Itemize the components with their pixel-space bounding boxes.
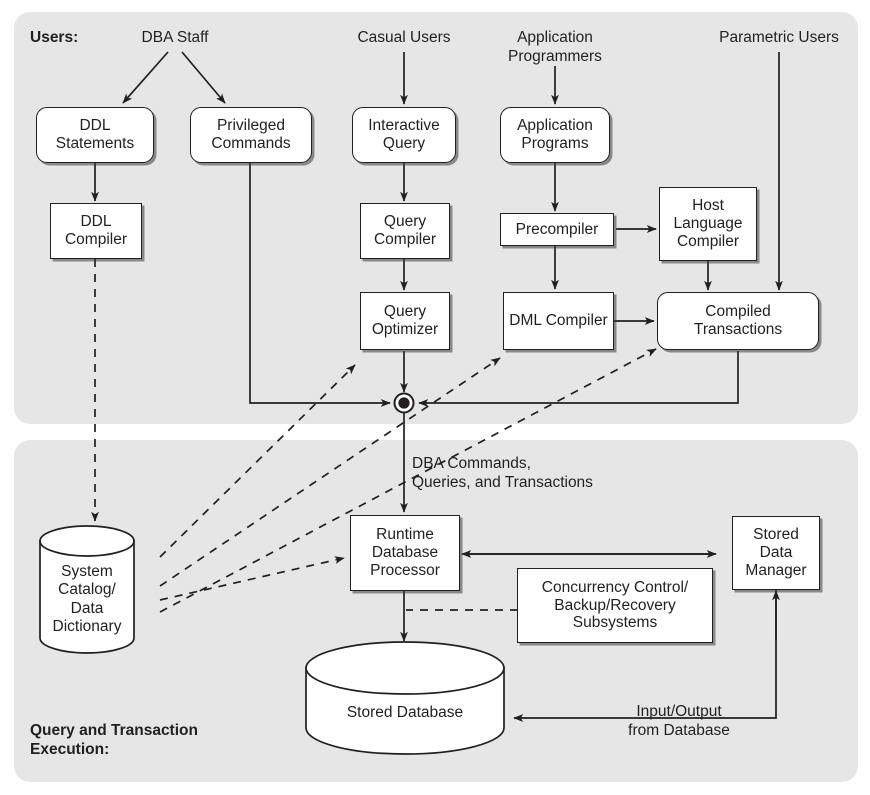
panel-execution-label: Query and Transaction Execution: [30, 722, 198, 758]
node-concurrency-control-label: Concurrency Control/ Backup/Recovery Sub… [541, 578, 689, 632]
node-ddl-statements[interactable]: DDL Statements [36, 107, 154, 163]
node-concurrency-control[interactable]: Concurrency Control/ Backup/Recovery Sub… [517, 568, 713, 643]
heading-application-programmers: Application Programmers [508, 29, 602, 65]
node-runtime-database-processor[interactable]: Runtime Database Processor [350, 515, 460, 591]
node-query-compiler-label: Query Compiler [373, 213, 436, 248]
node-runtime-database-processor-label: Runtime Database Processor [370, 526, 440, 579]
diagram-canvas: System Catalog/ Data Dictionary Stored D… [0, 0, 870, 795]
panel-users-label: Users: [30, 29, 79, 46]
node-interactive-query-label: Interactive Query [368, 117, 440, 152]
heading-parametric-users: Parametric Users [719, 29, 839, 46]
node-stored-data-manager[interactable]: Stored Data Manager [732, 516, 820, 590]
edge-label-dba-commands: DBA Commands, Queries, and Transactions [412, 455, 593, 491]
cylinder-label-system-catalog: System Catalog/ Data Dictionary [40, 541, 134, 654]
heading-dba-staff: DBA Staff [141, 29, 209, 46]
node-precompiler-label: Precompiler [515, 220, 599, 238]
node-privileged-commands-label: Privileged Commands [211, 117, 291, 152]
heading-casual-users: Casual Users [357, 29, 451, 46]
node-query-optimizer-label: Query Optimizer [371, 303, 439, 338]
edge-label-input-output: Input/Output from Database [628, 703, 730, 739]
node-host-language-compiler-label: Host Language Compiler [673, 197, 743, 250]
node-precompiler[interactable]: Precompiler [500, 213, 614, 246]
system-catalog-label: System Catalog/ Data Dictionary [52, 563, 122, 635]
node-dml-compiler[interactable]: DML Compiler [503, 292, 614, 350]
node-ddl-statements-label: DDL Statements [55, 117, 135, 152]
node-query-optimizer[interactable]: Query Optimizer [360, 292, 450, 350]
node-interactive-query[interactable]: Interactive Query [352, 107, 456, 163]
node-dml-compiler-label: DML Compiler [509, 312, 608, 330]
cylinder-label-stored-database: Stored Database [306, 668, 504, 754]
node-stored-data-manager-label: Stored Data Manager [745, 526, 807, 579]
node-compiled-transactions-label: Compiled Transactions [693, 303, 783, 338]
node-host-language-compiler[interactable]: Host Language Compiler [659, 187, 757, 261]
stored-database-label: Stored Database [346, 704, 464, 721]
node-application-programs[interactable]: Application Programs [500, 107, 610, 163]
node-privileged-commands[interactable]: Privileged Commands [190, 107, 312, 163]
node-application-programs-label: Application Programs [517, 117, 593, 152]
node-ddl-compiler[interactable]: DDL Compiler [50, 203, 142, 259]
node-query-compiler[interactable]: Query Compiler [360, 203, 450, 259]
node-ddl-compiler-label: DDL Compiler [64, 213, 127, 248]
node-compiled-transactions[interactable]: Compiled Transactions [657, 292, 819, 350]
